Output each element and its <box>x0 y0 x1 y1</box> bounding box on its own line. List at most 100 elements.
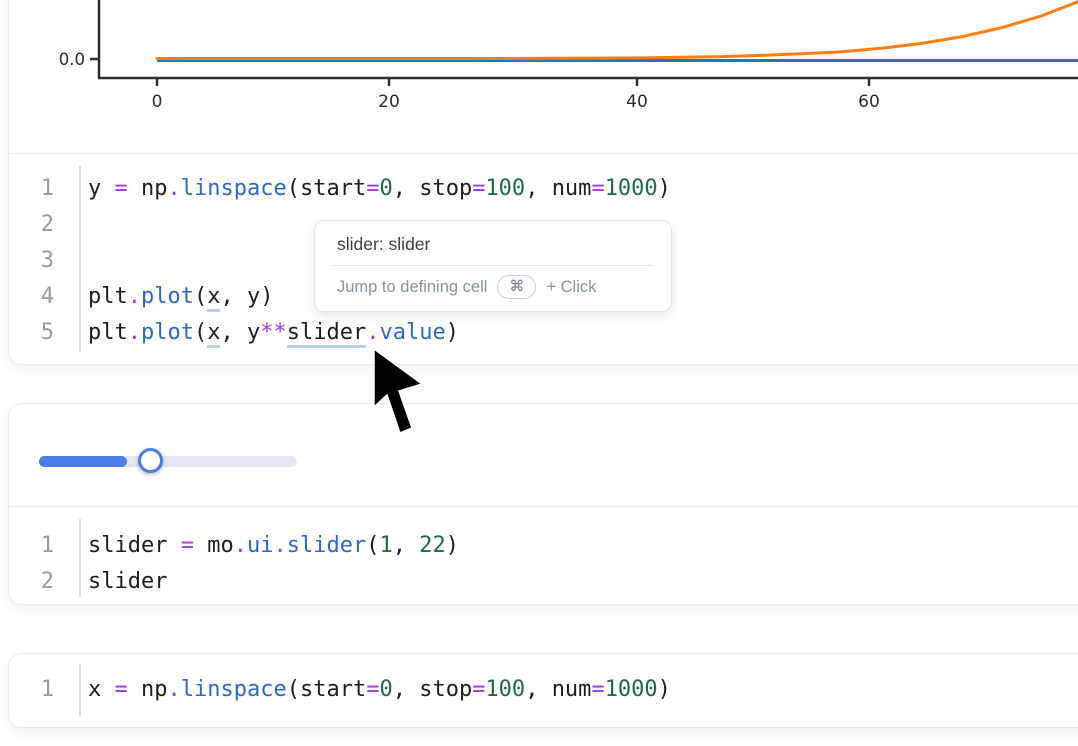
code-token: 1000 <box>605 176 658 201</box>
code-token: y <box>88 176 115 201</box>
code-token: . <box>128 284 141 309</box>
variable-tooltip: slider: slider Jump to defining cell ⌘ +… <box>314 220 672 312</box>
x-tick-label: 40 <box>626 92 648 112</box>
code-line[interactable]: 2 slider <box>9 564 1078 600</box>
code-text <box>79 243 101 279</box>
line-number: 5 <box>9 315 79 351</box>
code-token: slider <box>88 569 167 594</box>
slider-widget[interactable] <box>39 448 305 474</box>
line-number: 3 <box>9 243 79 279</box>
code-token: slider <box>88 533 181 558</box>
command-key-badge: ⌘ <box>497 275 536 299</box>
code-editor[interactable]: 1x = np.linspace(start=0, stop=100, num=… <box>9 654 1078 726</box>
slider-output <box>9 404 1078 506</box>
code-token: = <box>472 677 485 702</box>
code-token: x <box>88 677 115 702</box>
line-number: 1 <box>9 528 79 564</box>
code-token: . <box>128 320 141 345</box>
code-token: 22 <box>419 533 446 558</box>
code-token: np <box>128 677 168 702</box>
code-token: . <box>366 320 379 345</box>
code-token: 0 <box>379 677 392 702</box>
code-token: , <box>525 677 552 702</box>
code-token: ) <box>658 677 671 702</box>
tooltip-shortcut-suffix: + Click <box>546 278 596 297</box>
code-token: ** <box>260 320 287 345</box>
code-text: y = np.linspace(start=0, stop=100, num=1… <box>79 171 671 207</box>
code-token: = <box>366 677 379 702</box>
code-line[interactable]: 1x = np.linspace(start=0, stop=100, num=… <box>9 672 1078 708</box>
code-text: plt.plot(x, y) <box>79 279 273 315</box>
cursor-arrow-icon <box>374 349 430 441</box>
reactive-variable[interactable]: slider <box>287 320 366 348</box>
code-token: np <box>128 176 168 201</box>
line-number: 2 <box>9 207 79 243</box>
code-token: ( <box>287 677 300 702</box>
code-token: . <box>168 677 181 702</box>
cell-x: 1x = np.linspace(start=0, stop=100, num=… <box>8 653 1078 728</box>
code-token: = <box>181 533 194 558</box>
code-token: = <box>591 176 604 201</box>
gutter-divider <box>79 664 81 716</box>
line-number: 4 <box>9 279 79 315</box>
code-token: linspace <box>181 677 287 702</box>
tooltip-title: slider: slider <box>315 221 671 265</box>
code-token: = <box>472 176 485 201</box>
code-token: ) <box>658 176 671 201</box>
code-token: , <box>393 677 420 702</box>
code-text: x = np.linspace(start=0, stop=100, num=1… <box>79 672 671 708</box>
code-token: ( <box>366 533 379 558</box>
code-token: value <box>379 320 445 345</box>
y-tick-label: 0.0 <box>59 50 85 69</box>
slider-thumb[interactable] <box>138 448 163 473</box>
code-token: slider <box>287 533 366 558</box>
code-token: ) <box>446 320 459 345</box>
code-token: 1000 <box>605 677 658 702</box>
code-editor[interactable]: 1slider = mo.ui.slider(1, 22)2 slider <box>9 506 1078 605</box>
line-number: 2 <box>9 564 79 600</box>
code-token: , y <box>220 320 260 345</box>
code-token: , <box>393 176 420 201</box>
code-token: , y) <box>220 284 273 309</box>
gutter-divider <box>79 519 81 597</box>
code-token: = <box>115 176 128 201</box>
code-token: num <box>552 677 592 702</box>
code-text: slider = mo.ui.slider(1, 22) <box>79 528 459 564</box>
reactive-variable[interactable]: x <box>207 284 220 312</box>
matplotlib-chart: 0.0 0 20 40 60 <box>1 0 1078 153</box>
line-series-orange <box>157 1 1078 58</box>
code-token: plt <box>88 320 128 345</box>
x-tick-label: 0 <box>152 92 163 112</box>
code-token: mo <box>194 533 234 558</box>
code-token: linspace <box>181 176 287 201</box>
code-token: , <box>525 176 552 201</box>
code-token: 0 <box>379 176 392 201</box>
code-token: plot <box>141 320 194 345</box>
code-token: start <box>300 176 366 201</box>
line-number: 1 <box>9 672 79 708</box>
code-token: ) <box>446 533 459 558</box>
code-token: . <box>168 176 181 201</box>
plot-output: 0.0 0 20 40 60 <box>9 0 1078 153</box>
code-token: plot <box>141 284 194 309</box>
tooltip-action-label: Jump to defining cell <box>337 278 487 297</box>
code-text: plt.plot(x, y**slider.value) <box>79 315 459 351</box>
code-token: = <box>115 677 128 702</box>
code-token: , <box>393 533 420 558</box>
line-number: 1 <box>9 171 79 207</box>
reactive-variable[interactable]: x <box>207 320 220 348</box>
code-token: . <box>273 533 286 558</box>
code-line[interactable]: 1y = np.linspace(start=0, stop=100, num=… <box>9 171 1078 207</box>
code-token: ( <box>194 284 207 309</box>
code-token: 100 <box>485 677 525 702</box>
code-token: stop <box>419 176 472 201</box>
code-line[interactable]: 1slider = mo.ui.slider(1, 22) <box>9 528 1078 564</box>
code-token: ( <box>194 320 207 345</box>
code-line[interactable]: 5plt.plot(x, y**slider.value) <box>9 315 1078 351</box>
x-tick-label: 20 <box>378 92 400 112</box>
code-text: slider <box>79 564 167 600</box>
code-text <box>79 207 101 243</box>
code-token: ui <box>247 533 274 558</box>
x-tick-label: 60 <box>858 92 880 112</box>
slider-fill <box>39 456 127 467</box>
